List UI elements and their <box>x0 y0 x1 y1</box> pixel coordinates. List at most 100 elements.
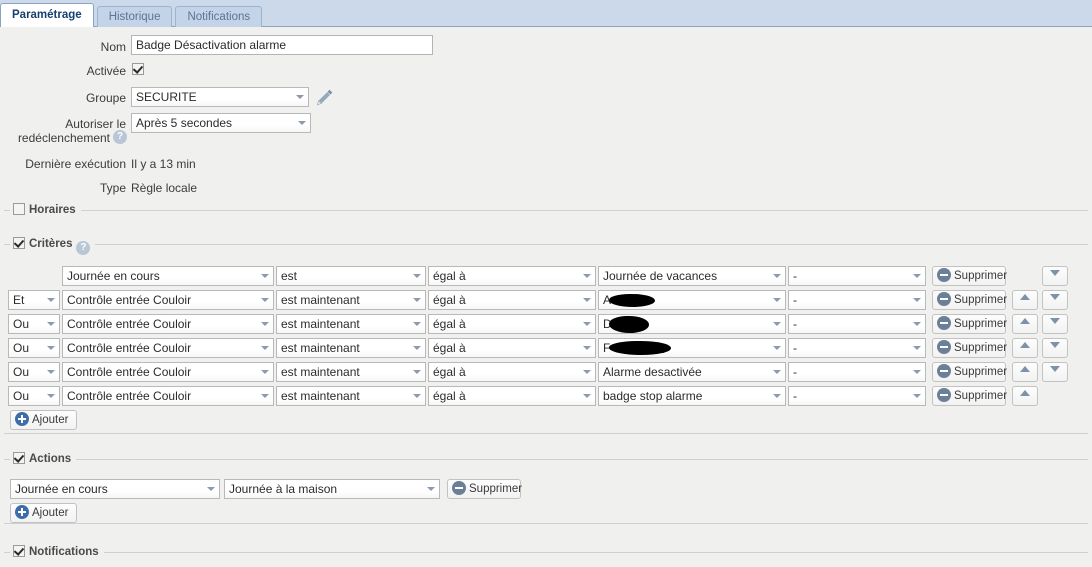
criteria-value-select[interactable]: F <box>598 338 786 358</box>
chevron-down-icon <box>583 298 591 302</box>
arrow-down-icon <box>1050 342 1060 348</box>
action-value-select[interactable]: Journée à la maison <box>224 479 440 499</box>
criteria-verb-select[interactable]: est <box>276 266 426 286</box>
criteria-delete-label: Supprimer <box>954 318 1008 330</box>
criteria-logic-select[interactable]: Et <box>8 290 60 310</box>
criteria-subject-select[interactable]: Contrôle entrée Couloir <box>62 362 274 382</box>
criteria-value-select[interactable]: Journée de vacances <box>598 266 786 286</box>
criteria-move-down-button[interactable] <box>1042 314 1068 334</box>
criteria-move-down-button[interactable] <box>1042 362 1068 382</box>
criteria-operator-select[interactable]: égal à <box>428 362 596 382</box>
arrow-up-icon <box>1020 342 1030 348</box>
groupe-select[interactable]: SECURITE <box>131 87 309 107</box>
criteria-operator-select[interactable]: égal à <box>428 290 596 310</box>
criteria-extra-select[interactable]: - <box>788 266 926 286</box>
tab-historique[interactable]: Historique <box>96 6 173 27</box>
criteria-subject-select[interactable]: Contrôle entrée Couloir <box>62 386 274 406</box>
criteria-move-down-button[interactable] <box>1042 290 1068 310</box>
criteria-move-up-button[interactable] <box>1012 290 1038 310</box>
rule-settings-page: ParamétrageHistoriqueNotifications Nom A… <box>0 0 1092 567</box>
tab-list: Paramétrage Historique Notifications <box>0 3 265 27</box>
chevron-down-icon <box>47 370 55 374</box>
criteria-move-down-button[interactable] <box>1042 266 1068 286</box>
criteria-move-up-button[interactable] <box>1012 386 1038 406</box>
plus-circle-icon <box>15 412 29 426</box>
criteria-extra-select[interactable]: - <box>788 338 926 358</box>
arrow-up-icon <box>1020 294 1030 300</box>
criteria-move-up-button[interactable] <box>1012 338 1038 358</box>
redeclenchement-select-value: Après 5 secondes <box>136 116 233 130</box>
criteria-value-select[interactable]: D <box>598 314 786 334</box>
chevron-down-icon <box>261 346 269 350</box>
criteria-verb-select[interactable]: est maintenant <box>276 290 426 310</box>
activee-checkbox[interactable] <box>132 63 144 75</box>
criteria-operator-select[interactable]: égal à <box>428 338 596 358</box>
criteres-checkbox[interactable] <box>13 237 25 249</box>
criteria-delete-button[interactable]: Supprimer <box>932 290 1008 310</box>
criteria-operator-select[interactable]: égal à <box>428 386 596 406</box>
criteria-delete-button[interactable]: Supprimer <box>932 338 1007 358</box>
minus-circle-icon <box>937 316 951 330</box>
criteria-operator-select[interactable]: égal à <box>428 314 596 334</box>
criteria-verb-select[interactable]: est maintenant <box>276 338 426 358</box>
derniere-execution-value: Il y a 13 min <box>131 157 196 171</box>
actions-add-button[interactable]: Ajouter <box>10 503 78 523</box>
action-delete-button[interactable]: Supprimer <box>447 479 522 499</box>
action-target-select[interactable]: Journée en cours <box>10 479 220 499</box>
actions-add-label: Ajouter <box>32 507 69 519</box>
actions-label: Actions <box>29 453 72 465</box>
chevron-down-icon <box>913 322 921 326</box>
criteria-extra-select[interactable]: - <box>788 386 926 406</box>
criteria-extra-select[interactable]: - <box>788 362 926 382</box>
chevron-down-icon <box>413 274 421 278</box>
chevron-down-icon <box>773 298 781 302</box>
criteria-subject-select[interactable]: Contrôle entrée Couloir <box>62 314 274 334</box>
criteria-extra-select[interactable]: - <box>788 314 926 334</box>
criteria-value-select[interactable]: A <box>598 290 786 310</box>
redeclenchement-select[interactable]: Après 5 secondes <box>131 113 311 133</box>
criteria-subject-select[interactable]: Contrôle entrée Couloir <box>62 290 274 310</box>
criteria-extra-select-value: - <box>793 317 797 331</box>
criteria-subject-select[interactable]: Journée en cours <box>62 266 274 286</box>
criteria-move-up-button[interactable] <box>1012 362 1038 382</box>
criteria-subject-select-value: Contrôle entrée Couloir <box>67 365 192 379</box>
actions-checkbox[interactable] <box>13 452 25 464</box>
criteria-operator-select[interactable]: égal à <box>428 266 596 286</box>
criteria-verb-select[interactable]: est maintenant <box>276 314 426 334</box>
criteria-verb-select-value: est maintenant <box>281 341 360 355</box>
criteria-move-up-button[interactable] <box>1012 314 1038 334</box>
type-value: Règle locale <box>131 181 198 195</box>
criteria-verb-select-value: est maintenant <box>281 317 360 331</box>
criteria-logic-select[interactable]: Ou <box>8 338 60 358</box>
notifications-checkbox[interactable] <box>13 545 25 557</box>
minus-circle-icon <box>937 268 951 282</box>
edit-group-icon[interactable] <box>314 87 335 108</box>
criteria-move-down-button[interactable] <box>1042 338 1068 358</box>
criteria-subject-select[interactable]: Contrôle entrée Couloir <box>62 338 274 358</box>
arrow-down-icon <box>1050 294 1060 300</box>
type-label: Type <box>99 181 126 195</box>
chevron-down-icon <box>298 121 306 125</box>
criteria-add-button[interactable]: Ajouter <box>10 410 78 430</box>
criteria-logic-select[interactable]: Ou <box>8 314 60 334</box>
criteria-delete-label: Supprimer <box>954 294 1008 306</box>
criteres-help-icon[interactable]: ? <box>76 241 91 255</box>
tab-notifications[interactable]: Notifications <box>175 6 263 27</box>
criteria-delete-button[interactable]: Supprimer <box>932 266 1007 286</box>
criteria-value-select[interactable]: badge stop alarme <box>598 386 786 406</box>
horaires-checkbox[interactable] <box>13 203 25 215</box>
chevron-down-icon <box>913 394 921 398</box>
criteria-delete-button[interactable]: Supprimer <box>932 362 1007 382</box>
criteria-verb-select[interactable]: est maintenant <box>276 362 426 382</box>
criteria-logic-select[interactable]: Ou <box>8 362 60 382</box>
criteria-value-select[interactable]: Alarme desactivée <box>598 362 786 382</box>
criteria-logic-select[interactable]: Ou <box>8 386 60 406</box>
nom-input[interactable] <box>131 35 433 55</box>
tab-param-trage[interactable]: Paramétrage <box>0 3 94 27</box>
criteria-extra-select[interactable]: - <box>788 290 926 310</box>
criteria-subject-select-value: Contrôle entrée Couloir <box>67 341 192 355</box>
criteria-delete-button[interactable]: Supprimer <box>932 314 1008 334</box>
criteria-verb-select[interactable]: est maintenant <box>276 386 426 406</box>
redeclenchement-help-icon[interactable]: ? <box>113 130 127 144</box>
criteria-delete-button[interactable]: Supprimer <box>932 386 1007 406</box>
